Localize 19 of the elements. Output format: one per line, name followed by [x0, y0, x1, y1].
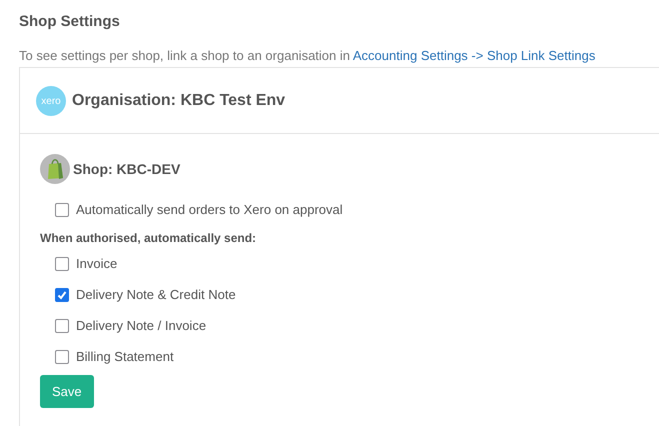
- save-button[interactable]: Save: [40, 375, 94, 408]
- xero-logo: xero: [36, 86, 66, 116]
- shop-title: Shop: KBC-DEV: [73, 161, 180, 177]
- shop-link-settings-link[interactable]: Accounting Settings -> Shop Link Settings: [352, 48, 596, 63]
- checkbox[interactable]: [55, 288, 69, 302]
- shopping-bag-icon: [40, 154, 70, 184]
- checkbox-label: Delivery Note & Credit Note: [76, 287, 236, 302]
- checkbox-label: Invoice: [76, 256, 118, 271]
- intro-text: To see settings per shop, link a shop to an organisation in Accounting Settings -> Shop Link Settings: [19, 48, 596, 64]
- section-label: When authorised, automatically send:: [40, 231, 258, 245]
- checkbox[interactable]: [55, 318, 69, 332]
- organisation-title: Organisation: KBC Test Env: [72, 92, 286, 110]
- checkbox-label: Billing Statement: [76, 349, 174, 364]
- checkbox[interactable]: [55, 256, 69, 270]
- checkbox-label: Automatically send orders to Xero on approval: [76, 202, 343, 217]
- checkbox-label: Delivery Note / Invoice: [76, 318, 206, 333]
- checkbox[interactable]: [55, 350, 69, 364]
- page-title: Shop Settings: [19, 12, 121, 32]
- checkbox[interactable]: [55, 202, 69, 216]
